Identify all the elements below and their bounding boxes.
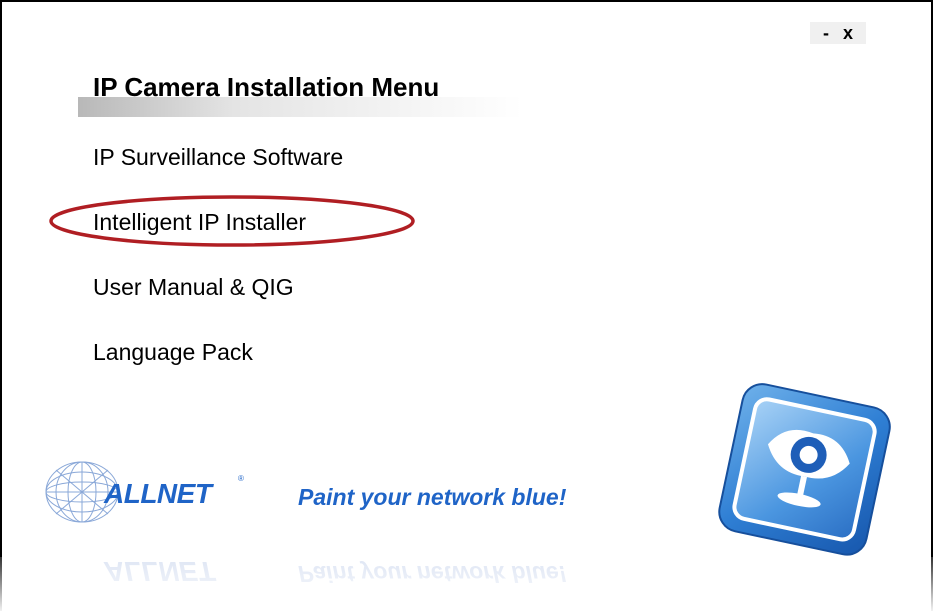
brand-slogan: Paint your network blue! xyxy=(298,484,567,510)
window-controls: - x xyxy=(810,22,866,44)
menu-item-language-pack[interactable]: Language Pack xyxy=(93,339,253,366)
registered-mark: ® xyxy=(238,474,244,483)
close-button[interactable]: x xyxy=(843,24,853,42)
brand-name: ALLNET xyxy=(104,478,212,509)
highlight-ellipse xyxy=(49,195,415,247)
minimize-button[interactable]: - xyxy=(823,24,829,42)
eye-camera-icon xyxy=(718,383,891,556)
menu-item-ip-surveillance-software[interactable]: IP Surveillance Software xyxy=(93,144,343,171)
menu-title: IP Camera Installation Menu xyxy=(93,72,440,102)
menu-item-user-manual-qig[interactable]: User Manual & QIG xyxy=(93,274,294,301)
